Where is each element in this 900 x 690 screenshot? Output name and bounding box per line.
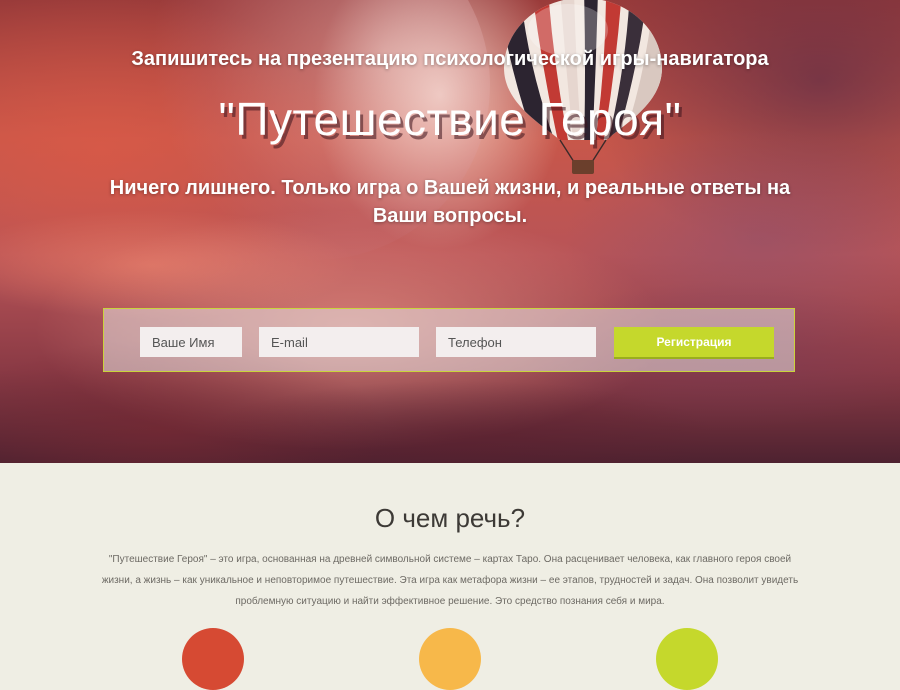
register-button[interactable]: Регистрация [614, 327, 774, 357]
registration-form: Регистрация [103, 308, 795, 372]
email-input[interactable] [259, 327, 419, 357]
hero-section: Запишитесь на презентацию психологическо… [0, 0, 900, 463]
name-input[interactable] [140, 327, 242, 357]
hero-tagline: Ничего лишнего. Только игра о Вашей жизн… [109, 177, 791, 227]
feature-circle-green [656, 628, 718, 690]
feature-circle-yellow [419, 628, 481, 690]
hero-title: "Путешествие Героя" [218, 93, 682, 145]
about-text: "Путешествие Героя" – это игра, основанн… [101, 554, 799, 607]
phone-input[interactable] [436, 327, 596, 357]
feature-circle-red [182, 628, 244, 690]
about-title: О чем речь? [374, 503, 526, 533]
about-section: О чем речь? "Путешествие Героя" – это иг… [0, 463, 900, 690]
hero-subtitle: Запишитесь на презентацию психологическо… [131, 48, 769, 70]
hot-air-balloon-image [504, 0, 662, 174]
